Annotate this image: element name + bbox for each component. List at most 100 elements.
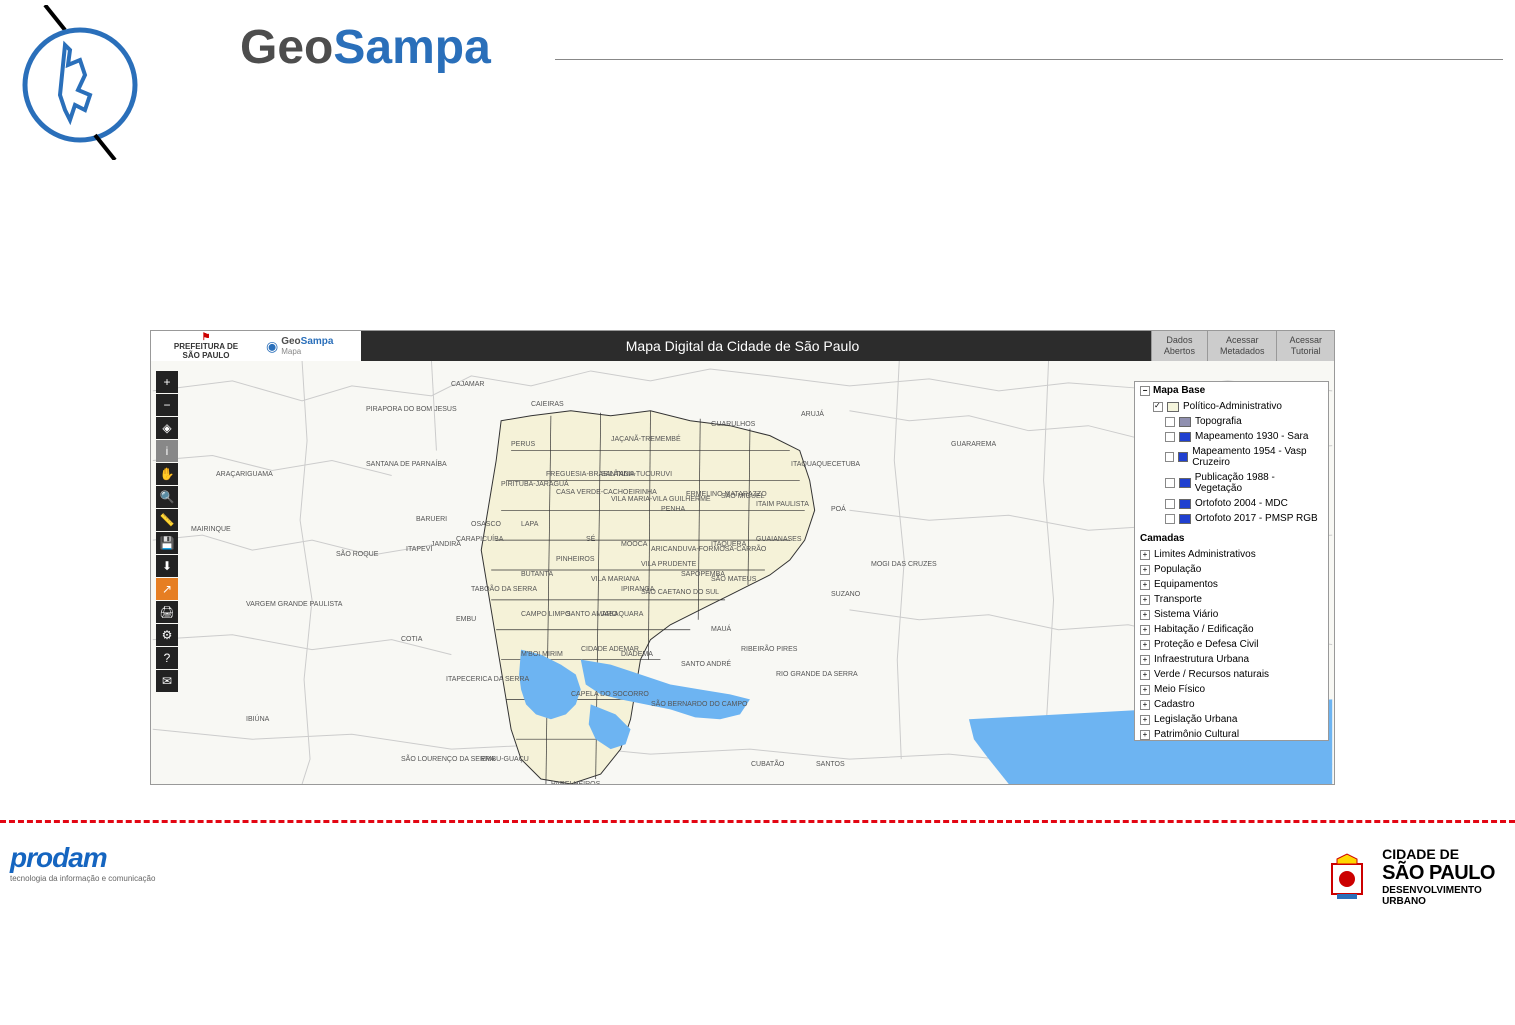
camada-label: Verde / Recursos naturais: [1154, 669, 1269, 680]
camada-label: Meio Físico: [1154, 684, 1205, 695]
layer-label: Ortofoto 2017 - PMSP RGB: [1195, 513, 1318, 524]
map-canvas[interactable]: CAJAMARCAIEIRASGUARULHOSARUJÁPIRAPORA DO…: [151, 361, 1334, 784]
layer-swatch-icon: [1179, 432, 1191, 442]
info-button[interactable]: i: [156, 440, 178, 462]
camada-category[interactable]: + Proteção e Defesa Civil: [1135, 637, 1328, 652]
search-button[interactable]: 🔍: [156, 486, 178, 508]
camada-label: Infraestrutura Urbana: [1154, 654, 1249, 665]
expand-icon[interactable]: +: [1140, 625, 1150, 635]
layer-checkbox[interactable]: [1153, 402, 1163, 412]
camada-label: População: [1154, 564, 1201, 575]
layer-swatch-icon: [1178, 452, 1188, 462]
acessar-metadados-button[interactable]: Acessar Metadados: [1207, 331, 1277, 361]
camada-label: Sistema Viário: [1154, 609, 1218, 620]
header-logo: [20, 5, 140, 160]
mapa-base-header[interactable]: − Mapa Base: [1135, 382, 1328, 399]
layer-swatch-icon: [1179, 514, 1191, 524]
layer-swatch-icon: [1179, 499, 1191, 509]
camada-category[interactable]: + Limites Administrativos: [1135, 547, 1328, 562]
expand-icon[interactable]: +: [1140, 565, 1150, 575]
geosampa-topbar-logo: ◉ GeoSampa Mapa: [261, 331, 361, 361]
save-button[interactable]: 💾: [156, 532, 178, 554]
print-button[interactable]: 🖨: [156, 601, 178, 623]
expand-icon[interactable]: +: [1140, 595, 1150, 605]
map-toolbar: + − ◈ i ✋ 🔍 📏 💾 ⬇ ↗ 🖨 ⚙ ? ✉: [156, 371, 178, 692]
base-layer-item[interactable]: Mapeamento 1930 - Sara: [1135, 429, 1328, 444]
camada-label: Proteção e Defesa Civil: [1154, 639, 1259, 650]
camada-category[interactable]: + Patrimônio Cultural: [1135, 727, 1328, 741]
mail-button[interactable]: ✉: [156, 670, 178, 692]
layer-label: Ortofoto 2004 - MDC: [1195, 498, 1288, 509]
help-button[interactable]: ?: [156, 647, 178, 669]
expand-icon[interactable]: +: [1140, 700, 1150, 710]
settings-button[interactable]: ⚙: [156, 624, 178, 646]
layer-label: Mapeamento 1954 - Vasp Cruzeiro: [1192, 446, 1323, 468]
base-layer-item[interactable]: Publicação 1988 - Vegetação: [1135, 470, 1328, 496]
camada-label: Habitação / Edificação: [1154, 624, 1254, 635]
base-layer-item[interactable]: Ortofoto 2017 - PMSP RGB: [1135, 511, 1328, 526]
base-layer-item[interactable]: Ortofoto 2004 - MDC: [1135, 496, 1328, 511]
layer-swatch-icon: [1179, 417, 1191, 427]
layer-label: Político-Administrativo: [1183, 401, 1282, 412]
camada-category[interactable]: + Infraestrutura Urbana: [1135, 652, 1328, 667]
layer-checkbox[interactable]: [1165, 499, 1175, 509]
layer-checkbox[interactable]: [1165, 417, 1175, 427]
camada-category[interactable]: + Equipamentos: [1135, 577, 1328, 592]
prodam-logo: prodam tecnologia da informação e comuni…: [10, 842, 200, 883]
measure-button[interactable]: 📏: [156, 509, 178, 531]
camada-label: Transporte: [1154, 594, 1202, 605]
base-layer-item[interactable]: Mapeamento 1954 - Vasp Cruzeiro: [1135, 444, 1328, 470]
footer-divider: [0, 820, 1515, 823]
zoom-in-button[interactable]: +: [156, 371, 178, 393]
base-layer-item[interactable]: Político-Administrativo: [1135, 399, 1328, 414]
expand-icon[interactable]: +: [1140, 640, 1150, 650]
page-title: GeoSampa: [240, 20, 491, 75]
layer-checkbox[interactable]: [1165, 514, 1175, 524]
expand-icon[interactable]: +: [1140, 610, 1150, 620]
expand-icon[interactable]: +: [1140, 685, 1150, 695]
pan-button[interactable]: ✋: [156, 463, 178, 485]
prefeitura-logo: ⚑ PREFEITURA DE SÃO PAULO: [151, 331, 261, 361]
camada-label: Limites Administrativos: [1154, 549, 1256, 560]
camada-label: Equipamentos: [1154, 579, 1218, 590]
layer-checkbox[interactable]: [1165, 452, 1174, 462]
expand-icon[interactable]: +: [1140, 715, 1150, 725]
layer-label: Topografia: [1195, 416, 1242, 427]
camada-label: Patrimônio Cultural: [1154, 729, 1239, 740]
camada-category[interactable]: + Sistema Viário: [1135, 607, 1328, 622]
collapse-icon[interactable]: −: [1140, 386, 1150, 396]
expand-icon[interactable]: +: [1140, 730, 1150, 740]
camada-category[interactable]: + Transporte: [1135, 592, 1328, 607]
download-button[interactable]: ⬇: [156, 555, 178, 577]
expand-icon[interactable]: +: [1140, 655, 1150, 665]
layer-label: Mapeamento 1930 - Sara: [1195, 431, 1308, 442]
layer-checkbox[interactable]: [1165, 432, 1175, 442]
header-divider: [555, 59, 1503, 60]
camada-category[interactable]: + Legislação Urbana: [1135, 712, 1328, 727]
camada-label: Cadastro: [1154, 699, 1195, 710]
map-application: ⚑ PREFEITURA DE SÃO PAULO ◉ GeoSampa Map…: [150, 330, 1335, 785]
camada-category[interactable]: + Meio Físico: [1135, 682, 1328, 697]
camada-category[interactable]: + Habitação / Edificação: [1135, 622, 1328, 637]
camada-category[interactable]: + Verde / Recursos naturais: [1135, 667, 1328, 682]
layer-label: Publicação 1988 - Vegetação: [1195, 472, 1323, 494]
map-title: Mapa Digital da Cidade de São Paulo: [626, 338, 860, 354]
layer-swatch-icon: [1179, 478, 1191, 488]
layers-button[interactable]: ◈: [156, 417, 178, 439]
layer-swatch-icon: [1167, 402, 1179, 412]
camada-category[interactable]: + Cadastro: [1135, 697, 1328, 712]
layers-panel: − Mapa Base Político-Administrativo Topog…: [1134, 381, 1329, 741]
acessar-tutorial-button[interactable]: Acessar Tutorial: [1276, 331, 1334, 361]
base-layer-item[interactable]: Topografia: [1135, 414, 1328, 429]
camada-category[interactable]: + População: [1135, 562, 1328, 577]
share-button[interactable]: ↗: [156, 578, 178, 600]
expand-icon[interactable]: +: [1140, 580, 1150, 590]
layer-checkbox[interactable]: [1165, 478, 1175, 488]
camadas-header[interactable]: Camadas: [1135, 530, 1328, 547]
zoom-out-button[interactable]: −: [156, 394, 178, 416]
expand-icon[interactable]: +: [1140, 670, 1150, 680]
cidade-sp-logo: CIDADE DE SÃO PAULO DESENVOLVIMENTO URBA…: [1322, 846, 1495, 907]
dados-abertos-button[interactable]: Dados Abertos: [1151, 331, 1207, 361]
camada-label: Legislação Urbana: [1154, 714, 1237, 725]
expand-icon[interactable]: +: [1140, 550, 1150, 560]
